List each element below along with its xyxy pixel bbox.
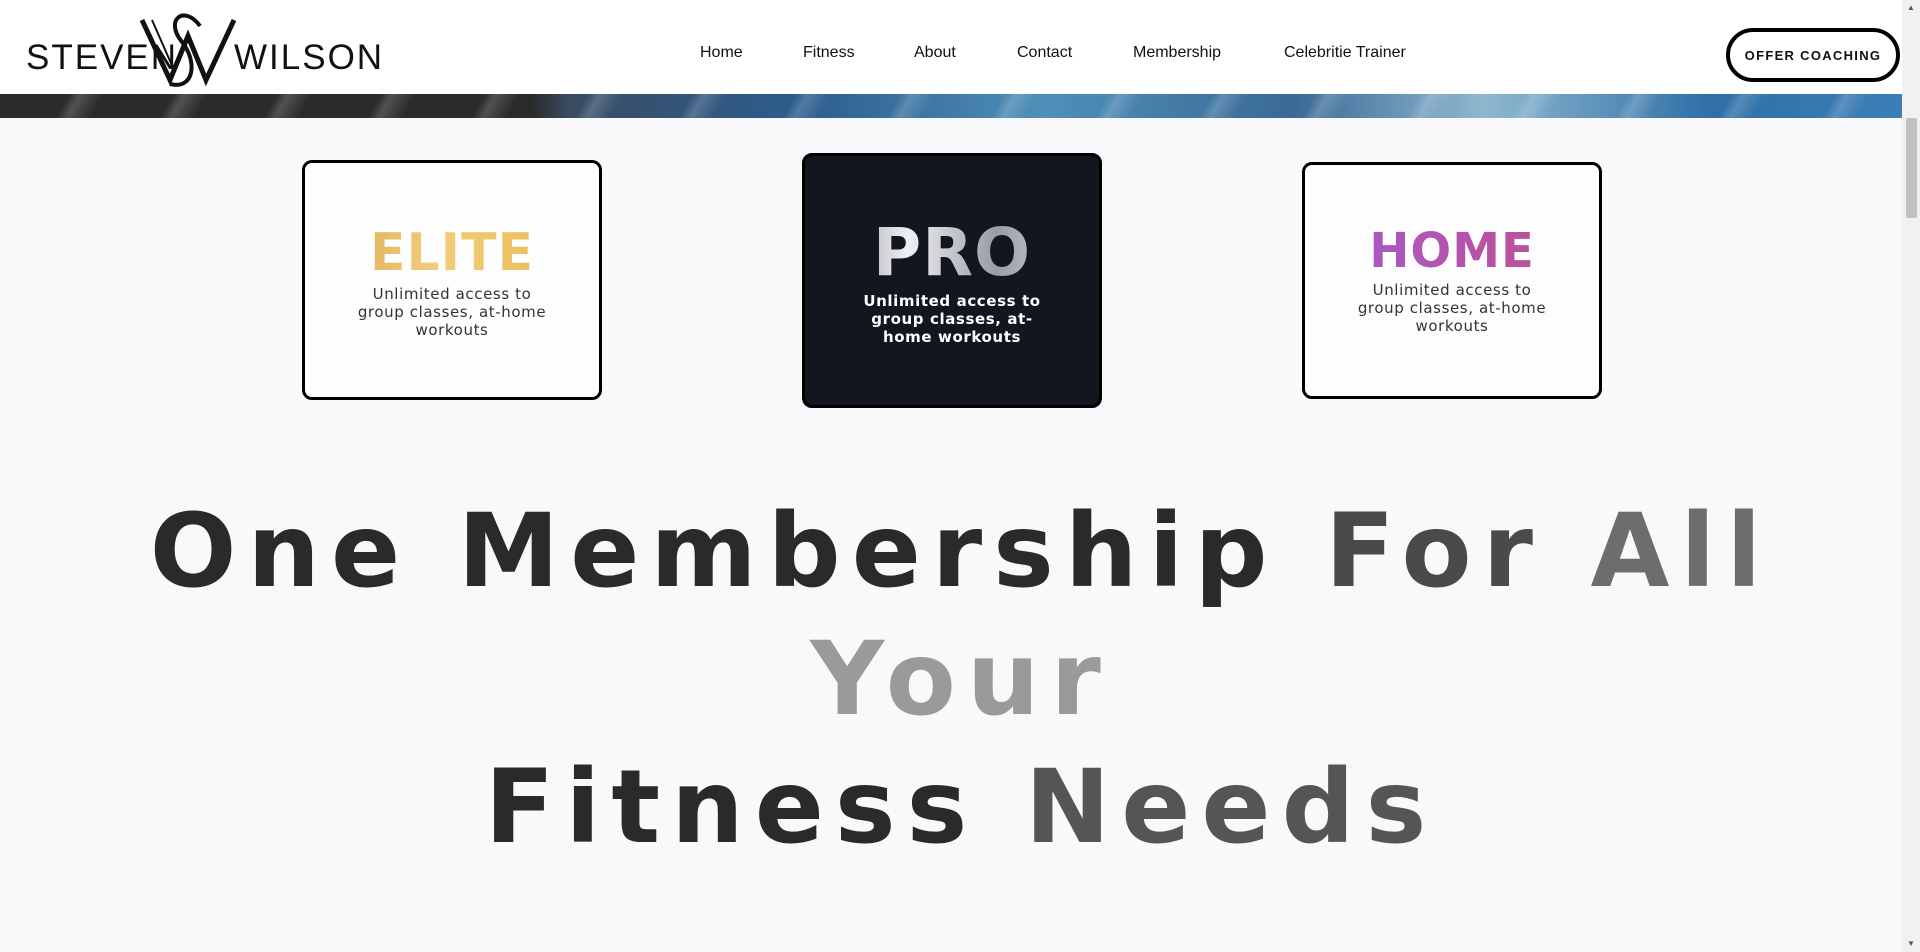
plan-description-elite: Unlimited access to group classes, at-ho… — [357, 285, 547, 339]
nav-celebritie-trainer[interactable]: Celebritie Trainer — [1284, 44, 1406, 62]
plan-card-elite[interactable]: ELITE Unlimited access to group classes,… — [302, 160, 602, 400]
headline-word: Needs — [1024, 748, 1438, 867]
triangle-up-icon[interactable]: ▲ — [1902, 0, 1920, 16]
site-logo[interactable]: STEVEN WILSON — [26, 6, 382, 92]
headline-word: For — [1325, 492, 1544, 611]
plan-title-home: HOME — [1305, 225, 1599, 277]
plan-card-home[interactable]: HOME Unlimited access to group classes, … — [1302, 162, 1602, 399]
page-scrollbar[interactable]: ▲ ▼ — [1902, 0, 1920, 952]
scrollbar-thumb[interactable] — [1906, 118, 1917, 218]
headline-word: Fitness — [484, 748, 979, 867]
nav-home[interactable]: Home — [700, 44, 743, 62]
nav-fitness[interactable]: Fitness — [803, 44, 855, 62]
plan-description-pro: Unlimited access to group classes, at-ho… — [863, 292, 1041, 346]
headline-word: Your — [810, 620, 1112, 739]
nav-contact[interactable]: Contact — [1017, 44, 1072, 62]
nav-about[interactable]: About — [914, 44, 956, 62]
headline-word: All — [1590, 492, 1773, 611]
triangle-down-icon[interactable]: ▼ — [1902, 936, 1920, 952]
plan-description-home: Unlimited access to group classes, at-ho… — [1357, 281, 1547, 335]
plan-card-pro[interactable]: PRO Unlimited access to group classes, a… — [802, 153, 1102, 408]
site-header: STEVEN WILSON Home Fitness About Contact… — [0, 0, 1902, 94]
membership-headline: One Membership For All Your Fitness Need… — [40, 488, 1882, 872]
plan-title-pro: PRO — [805, 218, 1099, 288]
offer-coaching-button[interactable]: OFFER COACHING — [1726, 28, 1900, 82]
logo-text-right: WILSON — [234, 38, 385, 77]
nav-membership[interactable]: Membership — [1133, 44, 1221, 62]
headline-word: One — [149, 492, 412, 611]
headline-word: Membership — [457, 492, 1279, 611]
plan-title-elite: ELITE — [305, 225, 599, 281]
logo-monogram-icon — [139, 13, 237, 87]
hero-image-strip — [0, 94, 1902, 118]
